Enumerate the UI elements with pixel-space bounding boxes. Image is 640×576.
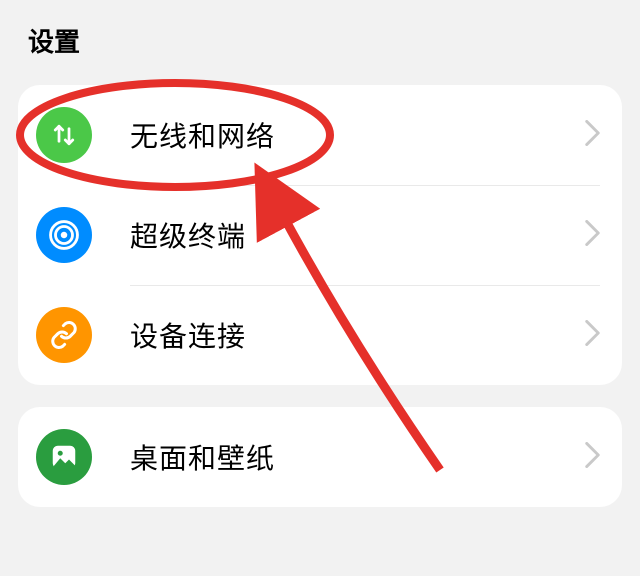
chevron-right-icon <box>585 220 600 251</box>
row-label: 桌面和壁纸 <box>130 437 585 477</box>
row-label: 设备连接 <box>130 315 585 355</box>
chevron-right-icon <box>585 120 600 151</box>
super-device-icon <box>36 207 92 263</box>
row-device-connection[interactable]: 设备连接 <box>18 285 622 385</box>
row-label: 超级终端 <box>130 215 585 255</box>
wallpaper-icon <box>36 429 92 485</box>
page-title: 设置 <box>0 0 640 77</box>
row-wireless-network[interactable]: 无线和网络 <box>18 85 622 185</box>
chevron-right-icon <box>585 320 600 351</box>
network-icon <box>36 107 92 163</box>
link-icon <box>36 307 92 363</box>
row-super-device[interactable]: 超级终端 <box>18 185 622 285</box>
settings-group-2: 桌面和壁纸 <box>18 407 622 507</box>
settings-group-1: 无线和网络 超级终端 设备连接 <box>18 85 622 385</box>
row-desktop-wallpaper[interactable]: 桌面和壁纸 <box>18 407 622 507</box>
row-label: 无线和网络 <box>130 115 585 155</box>
chevron-right-icon <box>585 442 600 473</box>
